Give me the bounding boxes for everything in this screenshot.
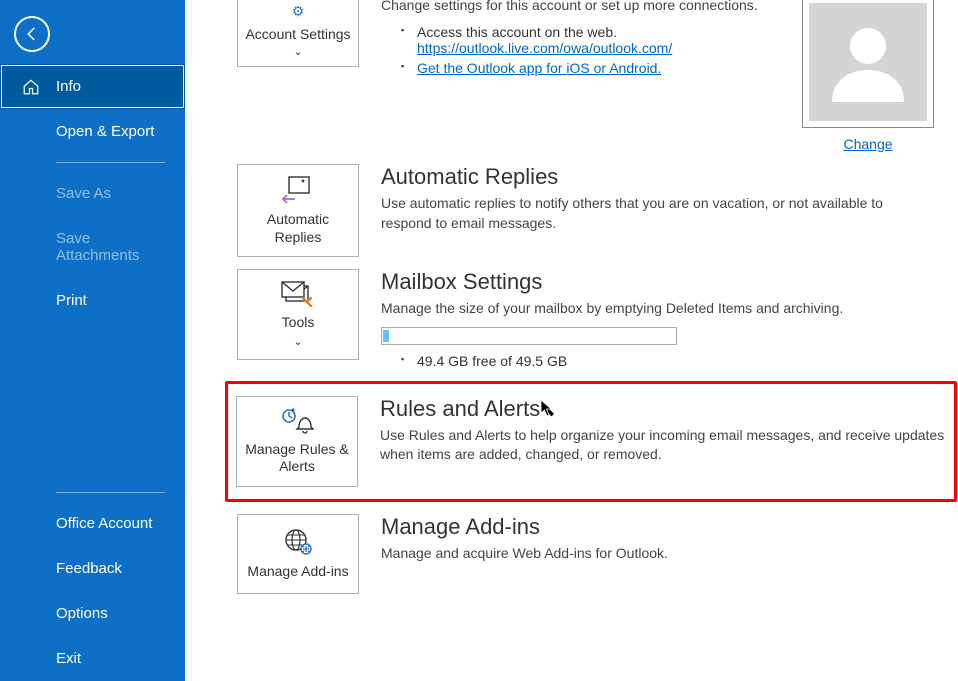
tools-icon (281, 280, 315, 308)
mailbox-progress (381, 327, 677, 345)
avatar-frame (802, 0, 934, 128)
addins-icon (281, 527, 315, 557)
nav-save-attachments-label: Save Attachments (56, 230, 139, 264)
avatar-column: Change (802, 0, 934, 152)
nav-open-export-label: Open & Export (56, 123, 154, 140)
nav-save-as: Save As (0, 171, 185, 216)
account-settings-tile[interactable]: ⚙ Account Settings ⌄ (237, 0, 359, 67)
chevron-down-icon: ⌄ (293, 46, 302, 58)
nav-print-label: Print (56, 292, 87, 309)
automatic-replies-icon (281, 175, 315, 205)
nav-divider-bottom (56, 492, 165, 493)
manage-addins-tile[interactable]: Manage Add-ins (237, 514, 359, 594)
person-icon (820, 14, 916, 110)
nav-info[interactable]: Info (0, 64, 185, 109)
tools-tile-label: Tools (282, 314, 315, 330)
manage-rules-alerts-tile[interactable]: Manage Rules & Alerts (236, 396, 358, 487)
account-web-text: Access this account on the web. (417, 24, 617, 40)
nav-open-export[interactable]: Open & Export (0, 109, 185, 154)
backstage-sidebar: Info Open & Export Save As Save Attachme… (0, 0, 185, 681)
mailbox-free-text: 49.4 GB free of 49.5 GB (401, 353, 934, 369)
mailbox-settings-desc: Manage the size of your mailbox by empty… (381, 299, 934, 319)
nav-save-as-label: Save As (56, 185, 111, 202)
manage-addins-desc: Manage and acquire Web Add-ins for Outlo… (381, 544, 934, 564)
home-icon (22, 78, 40, 96)
automatic-replies-desc: Use automatic replies to notify others t… (381, 194, 934, 233)
tools-tile[interactable]: Tools ⌄ (237, 269, 359, 360)
account-settings-label: Account Settings (245, 26, 350, 42)
rules-alerts-heading: Rules and Alerts (380, 396, 946, 422)
nav-divider (56, 162, 165, 163)
nav-feedback-label: Feedback (56, 560, 122, 577)
automatic-replies-heading: Automatic Replies (381, 164, 934, 190)
nav-save-attachments: Save Attachments (0, 216, 185, 278)
nav-exit-label: Exit (56, 650, 81, 667)
cursor-icon (540, 399, 554, 417)
automatic-replies-tile[interactable]: Automatic Replies (237, 164, 359, 257)
content-pane: ⚙ Account Settings ⌄ Change settings for… (185, 0, 958, 681)
account-desc: Change settings for this account or set … (381, 0, 760, 16)
change-avatar-link[interactable]: Change (843, 136, 892, 152)
back-button[interactable] (14, 16, 50, 52)
nav-print[interactable]: Print (0, 278, 185, 323)
nav-info-label: Info (56, 78, 81, 95)
rules-alerts-desc: Use Rules and Alerts to help organize yo… (380, 426, 946, 465)
chevron-down-icon: ⌄ (293, 336, 302, 348)
gear-icon: ⚙ (244, 3, 352, 20)
rules-alerts-icon (279, 407, 315, 435)
rules-highlight: Manage Rules & Alerts Rules and Alerts ⬉… (225, 381, 957, 502)
manage-addins-tile-label: Manage Add-ins (247, 563, 348, 581)
nav-options[interactable]: Options (0, 591, 185, 636)
nav-exit[interactable]: Exit (0, 636, 185, 681)
manage-addins-heading: Manage Add-ins (381, 514, 934, 540)
arrow-left-icon (23, 25, 41, 43)
nav-office-account[interactable]: Office Account (0, 501, 185, 546)
nav-options-label: Options (56, 605, 108, 622)
get-app-link[interactable]: Get the Outlook app for iOS or Android. (417, 60, 661, 76)
account-web-link[interactable]: https://outlook.live.com/owa/outlook.com… (417, 40, 672, 56)
automatic-replies-tile-label: Automatic Replies (244, 211, 352, 246)
nav-office-account-label: Office Account (56, 515, 152, 532)
account-web-bullet: Access this account on the web. https://… (401, 24, 760, 56)
manage-rules-alerts-label: Manage Rules & Alerts (243, 441, 351, 476)
mailbox-settings-heading: Mailbox Settings (381, 269, 934, 295)
nav-feedback[interactable]: Feedback (0, 546, 185, 591)
